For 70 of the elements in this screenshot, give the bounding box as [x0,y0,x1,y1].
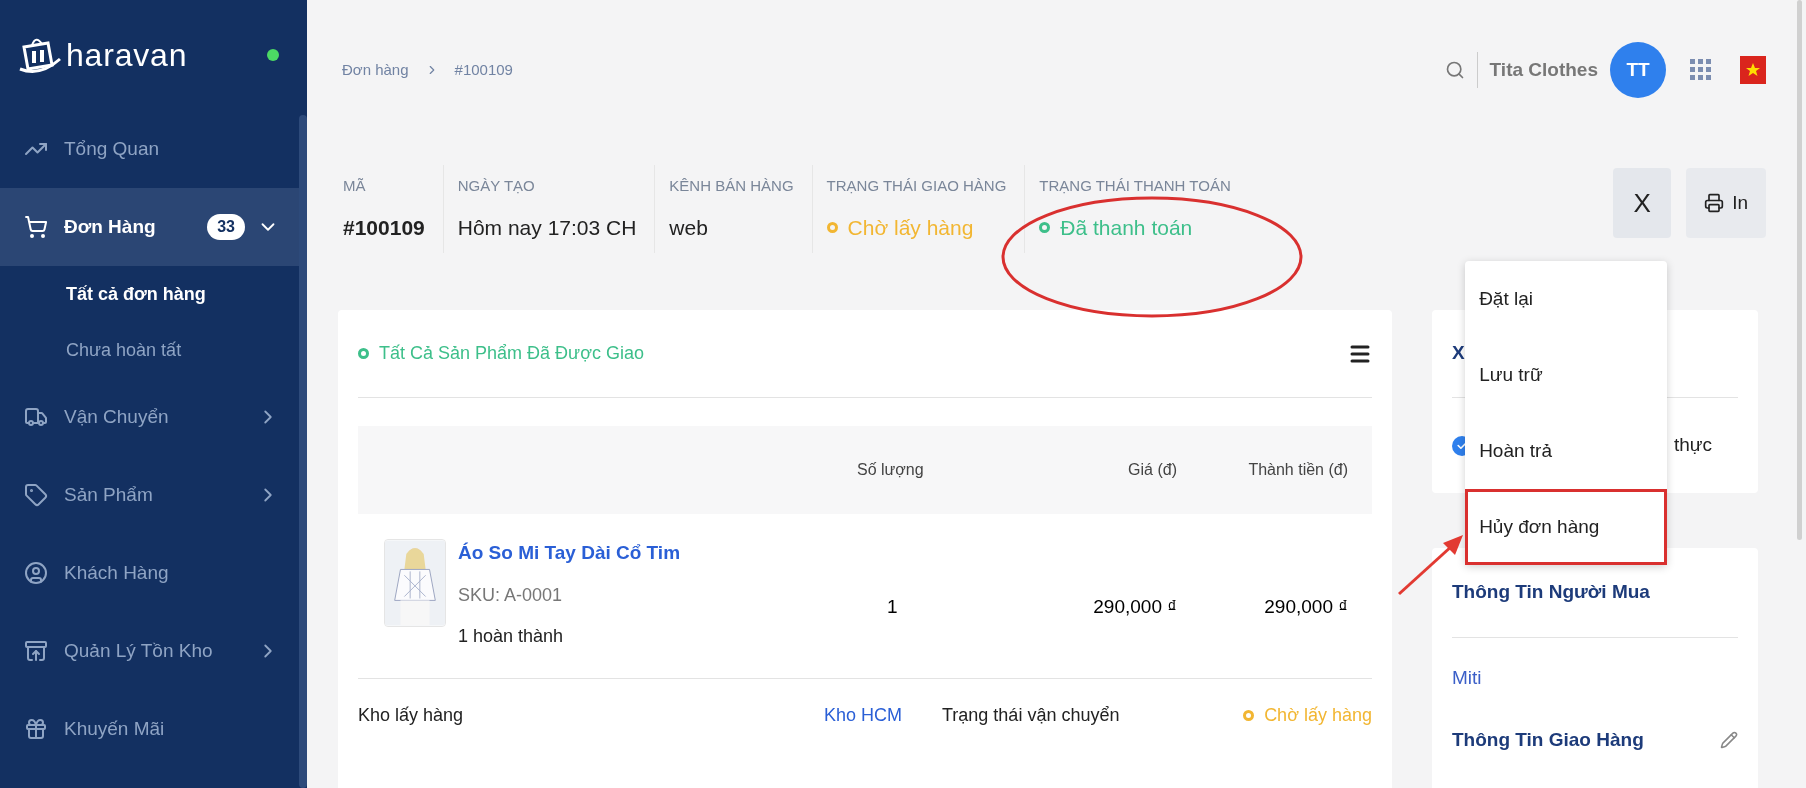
nav-item[interactable]: Đơn Hàng 33 [0,188,299,266]
nav-icon [24,483,48,507]
menu-item[interactable]: Đặt lại [1465,261,1668,337]
nav-subitem[interactable]: Chưa hoàn tất [66,336,182,364]
nav-icon [24,717,48,741]
page-scrollbar[interactable] [1797,0,1802,540]
menu-item[interactable]: Lưu trữ [1465,337,1668,413]
info-value: Hôm nay 17:03 CH [457,214,637,241]
nav-label: Khách Hàng [64,560,169,585]
nav-label: Quản Lý Tồn Kho [64,638,213,663]
nav-label: Khuyến Mãi [64,716,165,741]
nav-icon [24,215,48,239]
nav-item[interactable]: Tổng Quan [0,110,299,188]
product-name-link[interactable]: Áo So Mi Tay Dài Cổ Tim [458,539,681,568]
apps-grid-icon[interactable] [1690,59,1712,81]
nav-icon [24,561,48,585]
fulfillment-status: Tất Cả Sản Phẩm Đã Được Giao [379,342,644,365]
info-label: KÊNH BÁN HÀNG [669,176,794,196]
warehouse-label: Kho lấy hàng [358,704,465,727]
user-avatar[interactable]: TT [1610,42,1666,98]
line-total: 290,000 ₫ [1263,595,1349,619]
store-name[interactable]: Tita Clothes [1489,55,1598,85]
flag-icon[interactable] [1740,56,1766,84]
column-header: Số lượng [857,460,925,480]
info-label: MÃ [343,176,367,196]
column-header: Thành tiền (đ) [1247,460,1349,480]
breadcrumb-link[interactable]: Đơn hàng [342,58,409,82]
status-text: Đã thanh toán [1060,214,1193,241]
info-label: TRẠNG THÁI THANH TOÁN [1039,176,1231,196]
quantity: 1 [886,595,899,619]
edit-icon[interactable] [1720,731,1738,749]
info-label: NGÀY TẠO [457,176,536,196]
status-text: Chờ lấy hàng [847,214,974,241]
nav-item[interactable]: Khách Hàng [0,534,299,612]
menu-item[interactable]: Hủy đơn hàng [1465,489,1668,565]
scrollbar[interactable] [299,115,307,788]
menu-item[interactable]: Hoàn trả [1465,413,1668,489]
nav-item[interactable]: Vận Chuyển [0,378,299,456]
print-button[interactable]: In [1686,168,1766,238]
nav-item[interactable]: Khuyến Mãi [0,690,299,768]
column-header: Giá (đ) [1127,460,1177,480]
card-title: Thông Tin Giao Hàng [1452,727,1644,752]
nav-icon [24,405,48,429]
shipping-status: Chờ lấy hàng [1264,704,1372,727]
printer-icon [1704,193,1725,213]
breadcrumb-link[interactable]: #100109 [454,58,513,82]
shipping-label: Trạng thái vận chuyển [942,704,1120,727]
info-label: TRẠNG THÁI GIAO HÀNG [826,176,1007,196]
info-value: web [669,214,709,241]
nav-item[interactable]: Sản Phẩm [0,456,299,534]
buyer-name-link[interactable]: Miti [1452,663,1482,693]
order-number: #100109 [343,214,425,241]
nav-icon [24,639,48,663]
nav-label: Đơn Hàng [64,214,156,239]
nav-item[interactable]: Quản Lý Tồn Kho [0,612,299,690]
nav-label: Tổng Quan [64,136,160,161]
verified-text: thực [1673,433,1712,458]
search-icon[interactable] [1444,60,1465,80]
close-button[interactable]: X [1613,168,1672,238]
count-badge: 33 [207,214,245,240]
logo-text: haravan [66,36,188,75]
nav-subitem[interactable]: Tất cả đơn hàng [66,280,206,308]
price: 290,000 ₫ [1092,595,1177,619]
warehouse-link[interactable]: Kho HCM [778,702,902,729]
card-title: Thông Tin Người Mua [1452,580,1650,605]
nav-label: Vận Chuyển [64,404,169,429]
product-sku: SKU: A-0001 [458,583,564,607]
fulfilled-count: 1 hoàn thành [458,624,565,648]
nav-label: Sản Phẩm [64,482,153,507]
card-title: X [1452,341,1465,366]
